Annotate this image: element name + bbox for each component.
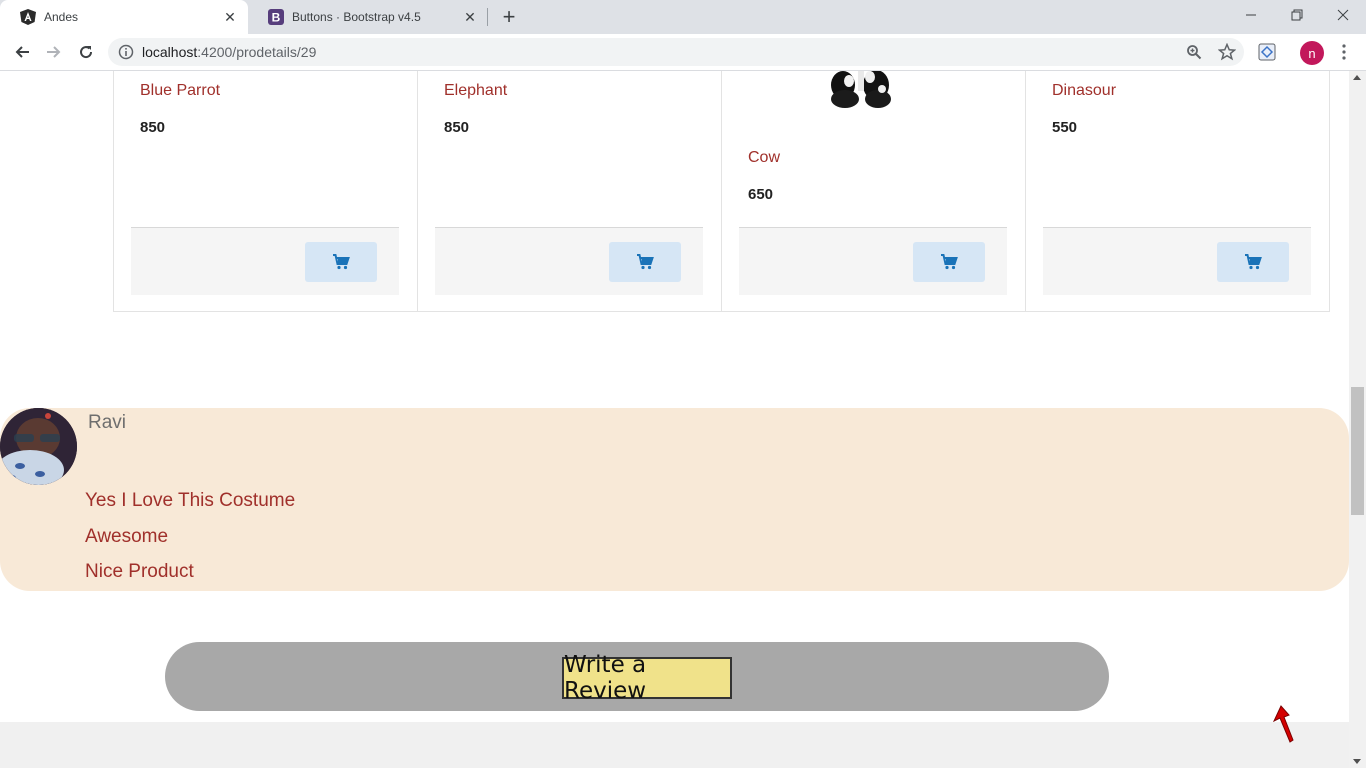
tab-separator bbox=[487, 8, 488, 26]
tab-title: Andes bbox=[44, 10, 79, 24]
reload-icon[interactable] bbox=[72, 38, 100, 66]
tab-strip: Andes ✕ B Buttons · Bootstrap v4.5 ✕ + bbox=[0, 0, 1366, 34]
review-card: Ravi Yes I Love This Costume Awesome Nic… bbox=[0, 408, 1349, 591]
write-review-bar: Write a Review bbox=[165, 642, 1109, 711]
add-to-cart-button[interactable] bbox=[1217, 242, 1289, 282]
zoom-icon[interactable] bbox=[1180, 38, 1208, 66]
bootstrap-icon: B bbox=[268, 9, 284, 25]
page-footer-band bbox=[0, 722, 1349, 768]
tab-title: Buttons · Bootstrap v4.5 bbox=[292, 10, 421, 24]
angular-icon bbox=[20, 9, 36, 25]
product-price: 850 bbox=[140, 119, 166, 136]
minimize-icon[interactable] bbox=[1228, 0, 1274, 30]
card-footer bbox=[739, 227, 1007, 295]
review-comment: Yes I Love This Costume bbox=[85, 490, 296, 511]
product-image[interactable] bbox=[818, 71, 908, 111]
add-to-cart-button[interactable] bbox=[913, 242, 985, 282]
cart-icon bbox=[941, 254, 958, 270]
window-close-icon[interactable] bbox=[1320, 0, 1366, 30]
cart-icon bbox=[1245, 254, 1262, 270]
product-card: Blue Parrot 850 bbox=[114, 71, 418, 311]
url-text: localhost:4200/prodetails/29 bbox=[142, 44, 317, 60]
scroll-up-icon[interactable] bbox=[1353, 75, 1361, 80]
cart-icon bbox=[333, 254, 350, 270]
product-card-group: Blue Parrot 850 Elephant 850 Cow 650 Din… bbox=[113, 71, 1330, 312]
card-footer bbox=[1043, 227, 1311, 295]
product-name[interactable]: Blue Parrot bbox=[140, 82, 220, 100]
write-review-button[interactable]: Write a Review bbox=[562, 652, 732, 704]
menu-dots-icon[interactable] bbox=[1330, 38, 1358, 66]
cart-icon bbox=[637, 254, 654, 270]
product-price: 650 bbox=[748, 186, 774, 203]
close-icon[interactable]: ✕ bbox=[462, 9, 478, 25]
bookmark-star-icon[interactable] bbox=[1213, 38, 1241, 66]
tab-andes[interactable]: Andes ✕ bbox=[0, 0, 248, 34]
browser-toolbar: localhost:4200/prodetails/29 bbox=[0, 34, 1366, 71]
forward-icon[interactable] bbox=[40, 38, 68, 66]
product-name[interactable]: Cow bbox=[748, 149, 780, 167]
product-price: 850 bbox=[444, 119, 470, 136]
reviewer-name: Ravi bbox=[88, 412, 127, 433]
reviewer-avatar bbox=[0, 408, 77, 485]
product-name[interactable]: Elephant bbox=[444, 82, 507, 100]
scrollbar-thumb[interactable] bbox=[1351, 387, 1364, 515]
page-content: Blue Parrot 850 Elephant 850 Cow 650 Din… bbox=[0, 71, 1349, 768]
extension-icon[interactable] bbox=[1253, 38, 1281, 66]
restore-icon[interactable] bbox=[1274, 0, 1320, 30]
add-to-cart-button[interactable] bbox=[305, 242, 377, 282]
mouse-cursor-icon bbox=[1272, 705, 1294, 743]
product-price: 550 bbox=[1052, 119, 1078, 136]
card-footer bbox=[435, 227, 703, 295]
review-comment: Awesome bbox=[85, 526, 169, 547]
tab-bootstrap[interactable]: B Buttons · Bootstrap v4.5 ✕ bbox=[248, 0, 488, 34]
new-tab-icon[interactable]: + bbox=[497, 4, 521, 29]
card-footer bbox=[131, 227, 399, 295]
close-icon[interactable]: ✕ bbox=[222, 9, 238, 25]
review-comment: Nice Product bbox=[85, 561, 194, 582]
product-card: Elephant 850 bbox=[418, 71, 722, 311]
product-name[interactable]: Dinasour bbox=[1052, 82, 1116, 100]
svg-text:B: B bbox=[272, 11, 281, 25]
address-bar[interactable]: localhost:4200/prodetails/29 bbox=[108, 38, 1244, 66]
back-icon[interactable] bbox=[8, 38, 36, 66]
product-card: Dinasour 550 bbox=[1026, 71, 1329, 311]
scroll-down-icon[interactable] bbox=[1353, 759, 1361, 764]
vertical-scrollbar[interactable] bbox=[1349, 71, 1366, 768]
profile-avatar[interactable]: n bbox=[1300, 41, 1324, 65]
add-to-cart-button[interactable] bbox=[609, 242, 681, 282]
product-card: Cow 650 bbox=[722, 71, 1026, 311]
info-icon[interactable] bbox=[118, 44, 134, 60]
